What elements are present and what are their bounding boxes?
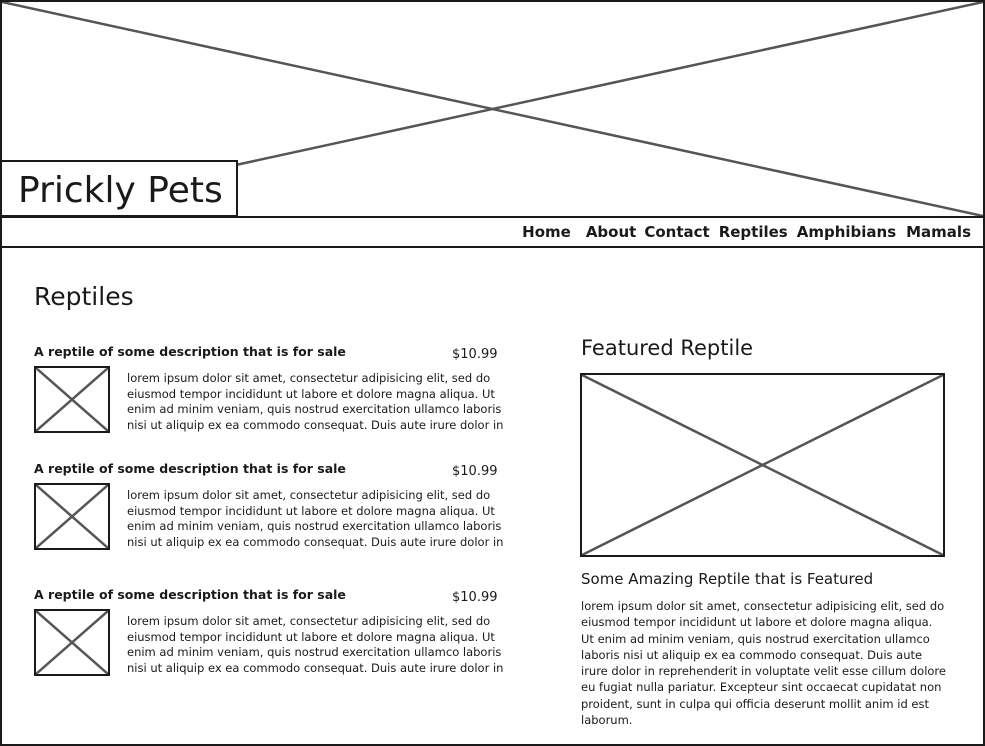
product-thumbnail[interactable] [34,366,110,433]
product-description: lorem ipsum dolor sit amet, consectetur … [127,488,504,549]
featured-heading: Featured Reptile [581,336,754,360]
image-placeholder-icon [36,611,108,674]
nav-about[interactable]: About [586,223,637,241]
product-description: lorem ipsum dolor sit amet, consectetur … [127,371,504,432]
image-placeholder-icon [582,375,943,555]
main-nav: Home About Contact Reptiles Amphibians M… [522,223,971,241]
nav-reptiles[interactable]: Reptiles [719,223,788,241]
featured-name[interactable]: Some Amazing Reptile that is Featured [581,570,873,588]
product-title[interactable]: A reptile of some description that is fo… [34,587,346,602]
nav-mamals[interactable]: Mamals [906,223,971,241]
nav-amphibians[interactable]: Amphibians [797,223,896,241]
product-price: $10.99 [452,347,498,362]
nav-home[interactable]: Home [522,223,571,241]
featured-image[interactable] [580,373,945,557]
product-item: A reptile of some description that is fo… [34,344,504,454]
section-title: Reptiles [34,282,134,311]
nav-contact[interactable]: Contact [644,223,709,241]
product-title[interactable]: A reptile of some description that is fo… [34,344,346,359]
site-title-box: Prickly Pets [0,160,238,217]
featured-description: lorem ipsum dolor sit amet, consectetur … [581,599,946,728]
product-price: $10.99 [452,464,498,479]
image-placeholder-icon [36,485,108,548]
product-price: $10.99 [452,590,498,605]
product-item: A reptile of some description that is fo… [34,461,504,571]
image-placeholder-icon [36,368,108,431]
product-thumbnail[interactable] [34,609,110,676]
product-description: lorem ipsum dolor sit amet, consectetur … [127,614,504,675]
nav-bar: Home About Contact Reptiles Amphibians M… [0,216,985,248]
product-item: A reptile of some description that is fo… [34,587,504,697]
product-thumbnail[interactable] [34,483,110,550]
product-title[interactable]: A reptile of some description that is fo… [34,461,346,476]
site-title[interactable]: Prickly Pets [18,170,223,211]
